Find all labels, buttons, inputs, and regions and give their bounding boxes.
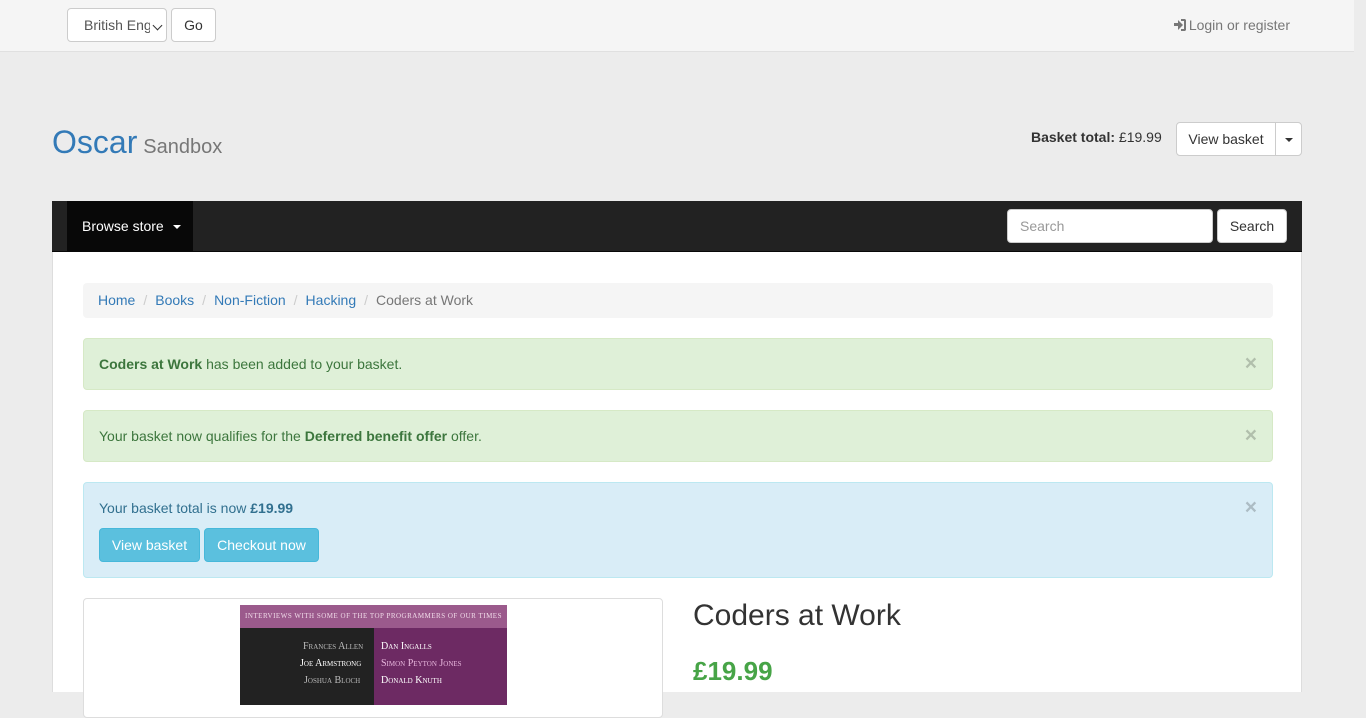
product-cover-image[interactable]: INTERVIEWS WITH SOME OF THE TOP PROGRAMM… [240,605,507,705]
chevron-down-icon [152,20,163,31]
search-button[interactable]: Search [1217,209,1287,243]
cover-author: Dan Ingalls [381,641,432,652]
product-image-frame: INTERVIEWS WITH SOME OF THE TOP PROGRAMM… [83,598,663,718]
alert-message: Your basket total is now £19.99 [99,500,293,516]
breadcrumb-non-fiction[interactable]: Non-Fiction [214,292,286,308]
basket-total-label: Basket total: [1031,129,1116,145]
browse-store-label: Browse store [82,218,164,234]
navbar: Browse store Search Search [52,201,1302,252]
breadcrumb-separator: / [143,292,148,308]
basket-dropdown-toggle[interactable] [1275,122,1302,156]
alert-basket-total: Your basket total is now £19.99 × View b… [83,482,1273,578]
cover-author: Joshua Bloch [304,675,361,686]
basket-total: Basket total: £19.99 [1031,129,1162,145]
cover-author: Simon Peyton Jones [381,658,462,669]
breadcrumb: Home / Books / Non-Fiction / Hacking / Coders at… [83,283,1273,318]
breadcrumb-hacking[interactable]: Hacking [306,292,357,308]
alert-text: Your basket now qualifies for the [99,428,305,444]
basket-total-value: £19.99 [1118,129,1162,145]
alert-offer-name: Deferred benefit offer [304,428,448,444]
alert-added-to-basket: Coders at Work has been added to your ba… [83,338,1273,390]
product-price: £19.99 [693,656,773,686]
breadcrumb-books[interactable]: Books [155,292,194,308]
search-input[interactable]: Search [1007,209,1213,243]
alert-message: Coders at Work has been added to your ba… [99,356,402,372]
brand[interactable]: Oscar Sandbox [52,124,222,161]
brand-name: Oscar [52,124,138,160]
cover-tagline: INTERVIEWS WITH SOME OF THE TOP PROGRAMM… [240,605,507,628]
log-in-icon [1173,19,1186,31]
login-link[interactable]: Login or register [1173,16,1290,34]
brand-subtitle: Sandbox [143,136,223,158]
top-bar: British English Go Login or register [0,0,1354,52]
caret-down-icon [172,225,181,230]
alert-text: has been added to your basket. [202,356,403,372]
login-label: Login or register [1188,17,1290,33]
alert-product-name: Coders at Work [99,356,203,372]
alert-total-value: £19.99 [250,500,294,516]
alert-offer: Your basket now qualifies for the Deferr… [83,410,1273,462]
breadcrumb-home[interactable]: Home [98,292,135,308]
checkout-now-button[interactable]: Checkout now [204,528,319,562]
cover-author: Donald Knuth [381,675,442,686]
alert-text: offer. [447,428,482,444]
product-title: Coders at Work [693,599,901,632]
close-icon[interactable]: × [1245,425,1257,446]
cover-author: Joe Armstrong [300,658,362,669]
close-icon[interactable]: × [1245,353,1257,374]
language-select-value: British English [84,17,150,33]
main-content: Home / Books / Non-Fiction / Hacking / Coders at… [52,252,1302,718]
breadcrumb-separator: / [293,292,298,308]
view-basket-button[interactable]: View basket [1176,122,1276,156]
language-select[interactable]: British English [67,8,167,42]
alert-text: Your basket total is now [99,500,251,516]
caret-down-icon [1285,138,1293,142]
breadcrumb-separator: / [202,292,207,308]
go-button[interactable]: Go [171,8,216,42]
browse-store-dropdown[interactable]: Browse store [67,201,193,251]
cover-author: Frances Allen [303,641,364,652]
alert-message: Your basket now qualifies for the Deferr… [99,428,482,444]
alert-view-basket-button[interactable]: View basket [99,528,200,562]
breadcrumb-current: Coders at Work [376,292,474,308]
breadcrumb-separator: / [364,292,369,308]
close-icon[interactable]: × [1245,497,1257,518]
